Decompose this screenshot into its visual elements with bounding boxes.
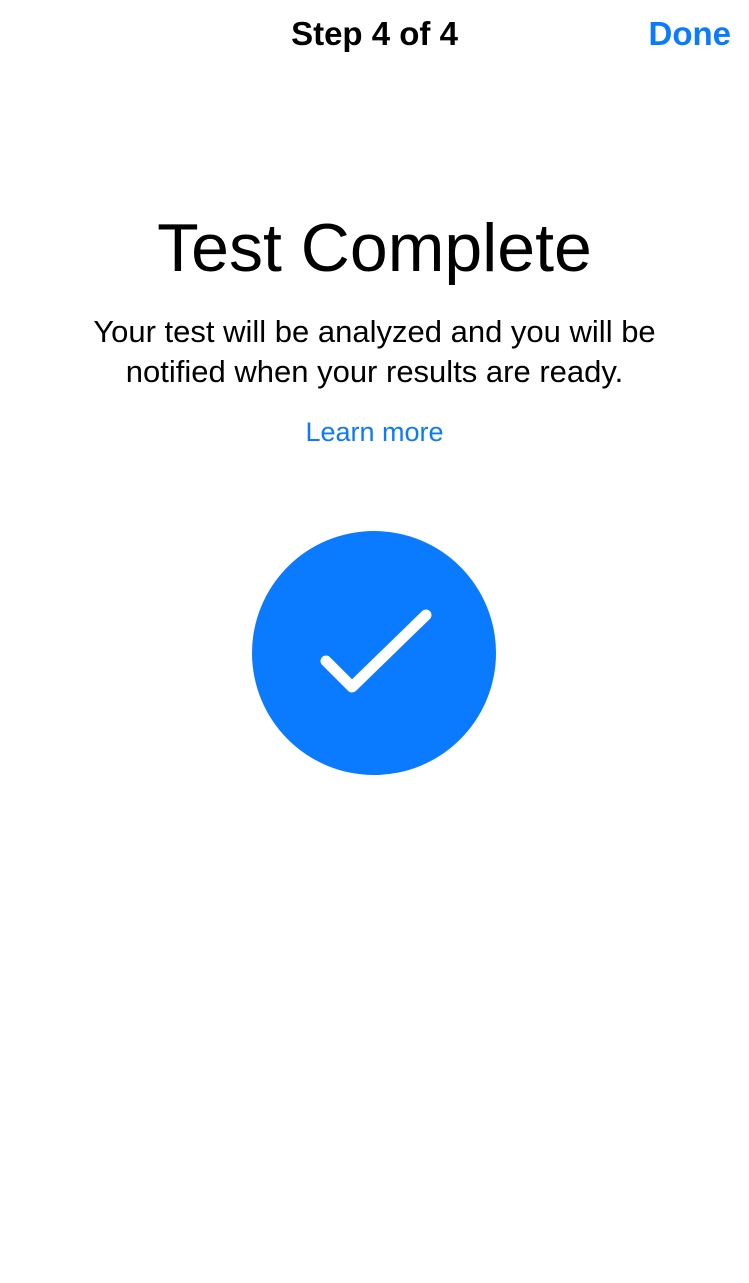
page-title: Test Complete: [157, 210, 592, 286]
navigation-bar: Step 4 of 4 Done: [0, 0, 749, 68]
checkmark-circle-icon: [252, 531, 496, 775]
learn-more-row: Learn more: [0, 414, 749, 450]
learn-more-link[interactable]: Learn more: [305, 417, 443, 447]
completion-message: Your test will be analyzed and you will …: [93, 314, 656, 389]
check-circle-background: [252, 531, 496, 775]
step-indicator: Step 4 of 4: [291, 15, 458, 52]
done-button[interactable]: Done: [649, 14, 732, 54]
